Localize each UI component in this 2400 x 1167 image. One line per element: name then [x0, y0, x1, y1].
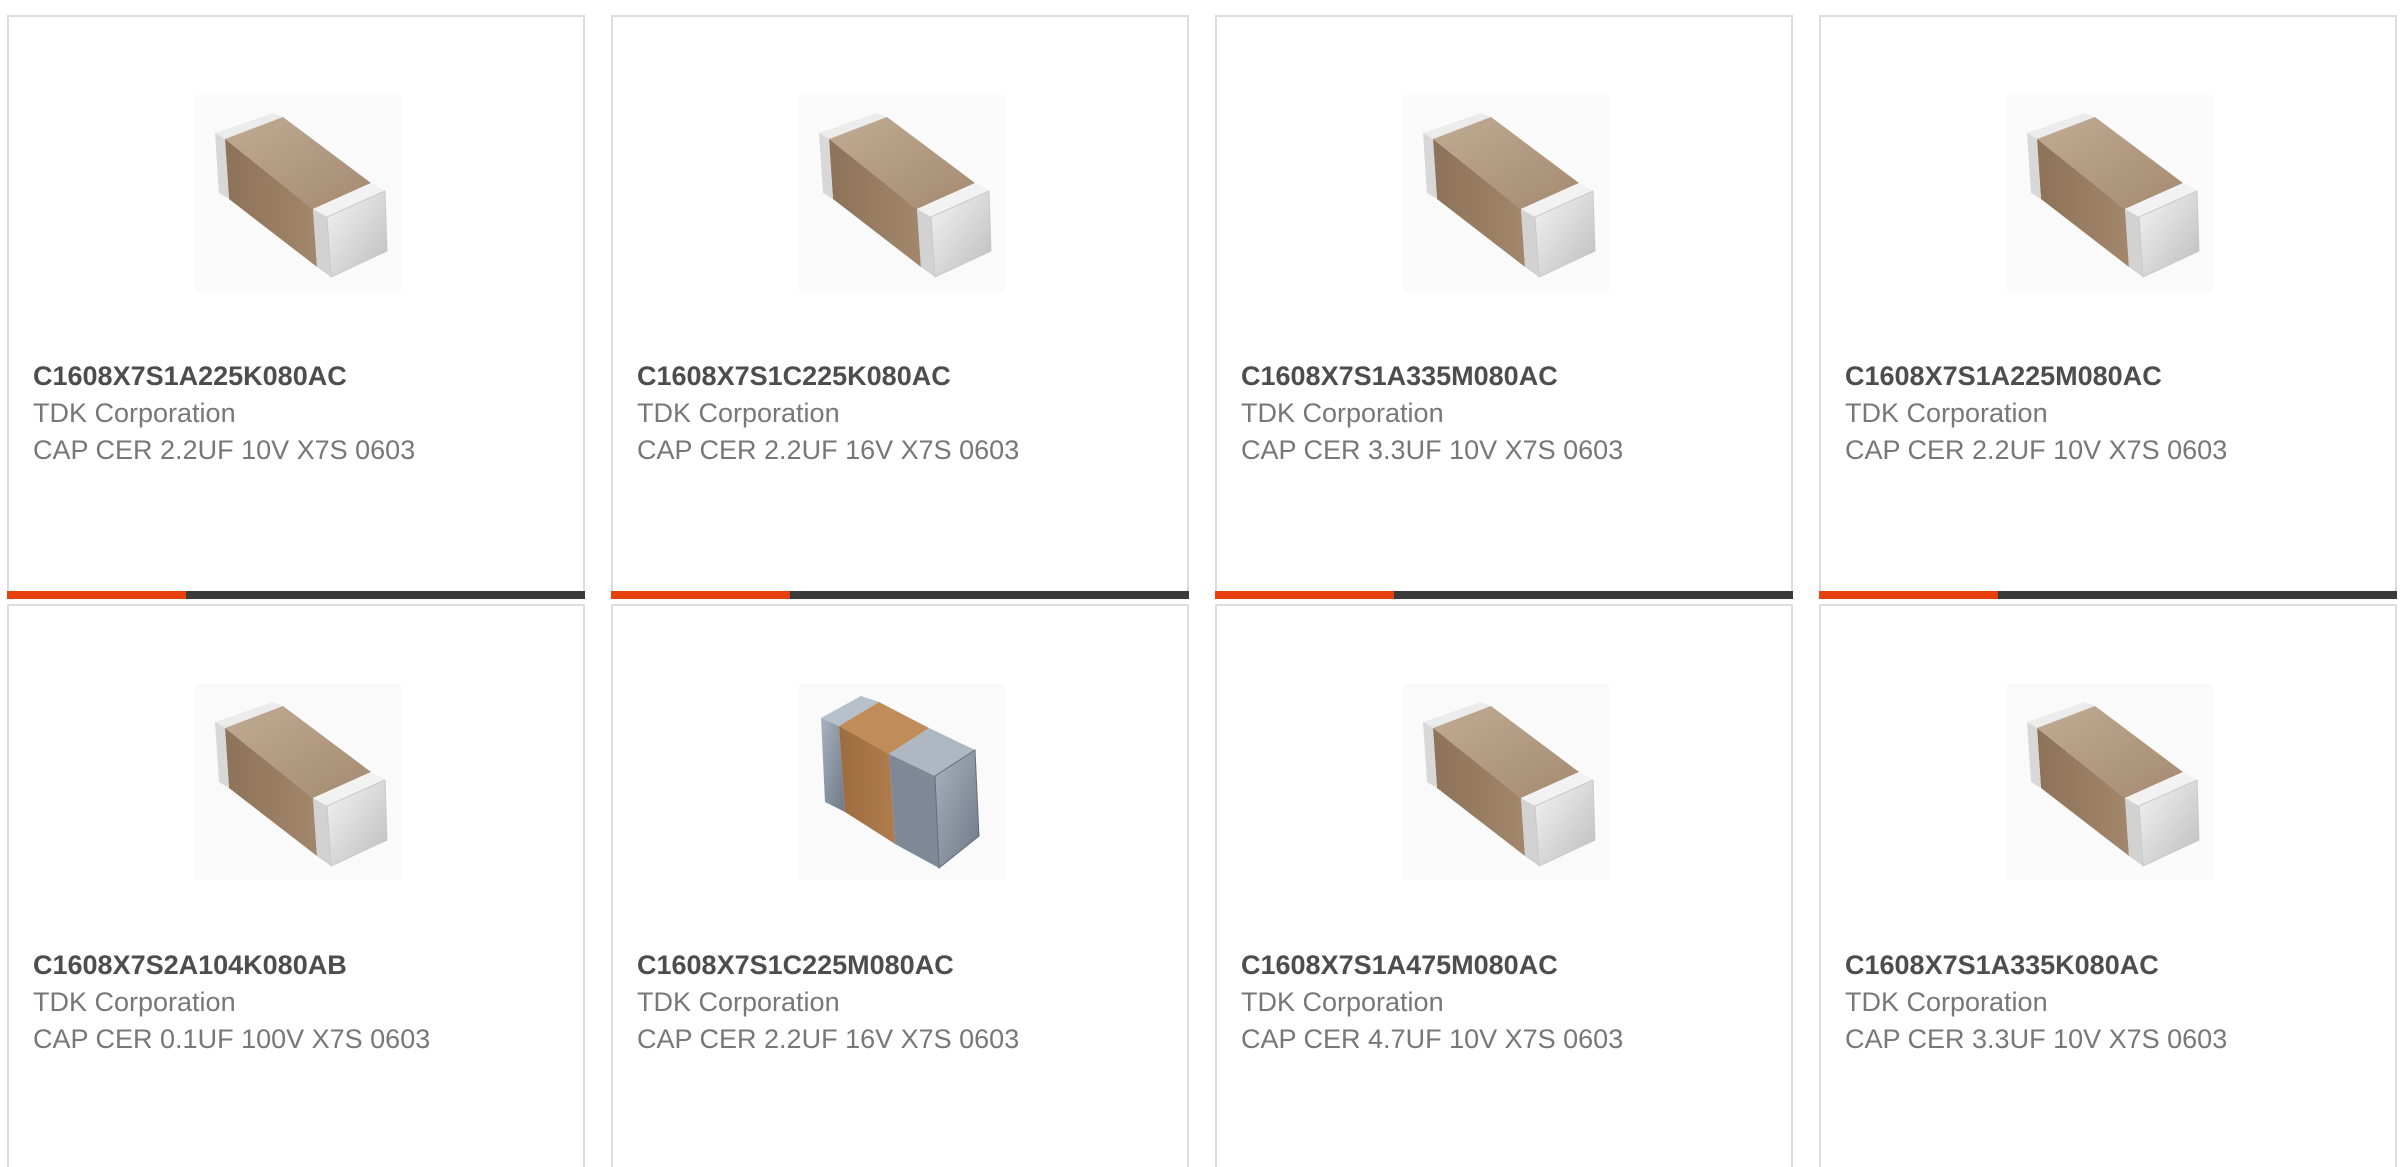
description: CAP CER 2.2UF 16V X7S 0603 [637, 1024, 1020, 1054]
description: CAP CER 4.7UF 10V X7S 0603 [1241, 1024, 1624, 1054]
part-number[interactable]: C1608X7S2A104K080AB [33, 946, 567, 984]
product-card[interactable]: C1608X7S1A225M080AC TDK Corporation CAP … [1819, 15, 2397, 599]
product-card[interactable]: C1608X7S1A335K080AC TDK Corporation CAP … [1819, 604, 2397, 1167]
ceramic-capacitor-icon [2007, 684, 2213, 880]
product-info: C1608X7S1C225K080AC TDK Corporation CAP … [637, 357, 1171, 469]
ceramic-capacitor-icon [1403, 684, 1609, 880]
description: CAP CER 2.2UF 16V X7S 0603 [637, 435, 1020, 465]
ceramic-capacitor-blue-icon [799, 684, 1005, 880]
part-number[interactable]: C1608X7S1A335K080AC [1845, 946, 2379, 984]
manufacturer: TDK Corporation [33, 987, 236, 1017]
ceramic-capacitor-icon [195, 684, 401, 880]
manufacturer: TDK Corporation [1241, 398, 1444, 428]
manufacturer: TDK Corporation [1241, 987, 1444, 1017]
product-card[interactable]: C1608X7S1C225K080AC TDK Corporation CAP … [611, 15, 1189, 599]
product-info: C1608X7S1A335K080AC TDK Corporation CAP … [1845, 946, 2379, 1058]
manufacturer: TDK Corporation [1845, 987, 2048, 1017]
progress-bar [611, 591, 1189, 599]
description: CAP CER 3.3UF 10V X7S 0603 [1241, 435, 1624, 465]
part-number[interactable]: C1608X7S1A225M080AC [1845, 357, 2379, 395]
ceramic-capacitor-icon [1403, 95, 1609, 291]
description: CAP CER 3.3UF 10V X7S 0603 [1845, 1024, 2228, 1054]
progress-bar-fill [1819, 591, 1999, 599]
part-number[interactable]: C1608X7S1C225M080AC [637, 946, 1171, 984]
product-info: C1608X7S1C225M080AC TDK Corporation CAP … [637, 946, 1171, 1058]
part-number[interactable]: C1608X7S1C225K080AC [637, 357, 1171, 395]
manufacturer: TDK Corporation [637, 987, 840, 1017]
ceramic-capacitor-icon [2007, 95, 2213, 291]
product-info: C1608X7S1A335M080AC TDK Corporation CAP … [1241, 357, 1775, 469]
product-info: C1608X7S1A225K080AC TDK Corporation CAP … [33, 357, 567, 469]
progress-bar-fill [7, 591, 187, 599]
product-grid: C1608X7S1A225K080AC TDK Corporation CAP … [0, 0, 2400, 1167]
part-number[interactable]: C1608X7S1A335M080AC [1241, 357, 1775, 395]
product-card[interactable]: C1608X7S1A475M080AC TDK Corporation CAP … [1215, 604, 1793, 1167]
product-info: C1608X7S1A225M080AC TDK Corporation CAP … [1845, 357, 2379, 469]
progress-bar-fill [611, 591, 791, 599]
product-info: C1608X7S1A475M080AC TDK Corporation CAP … [1241, 946, 1775, 1058]
progress-bar [1215, 591, 1793, 599]
part-number[interactable]: C1608X7S1A225K080AC [33, 357, 567, 395]
ceramic-capacitor-icon [195, 95, 401, 291]
product-info: C1608X7S2A104K080AB TDK Corporation CAP … [33, 946, 567, 1058]
product-card[interactable]: C1608X7S2A104K080AB TDK Corporation CAP … [7, 604, 585, 1167]
product-card[interactable]: C1608X7S1A335M080AC TDK Corporation CAP … [1215, 15, 1793, 599]
manufacturer: TDK Corporation [637, 398, 840, 428]
product-card[interactable]: C1608X7S1A225K080AC TDK Corporation CAP … [7, 15, 585, 599]
progress-bar [7, 591, 585, 599]
ceramic-capacitor-icon [799, 95, 1005, 291]
product-card[interactable]: C1608X7S1C225M080AC TDK Corporation CAP … [611, 604, 1189, 1167]
description: CAP CER 2.2UF 10V X7S 0603 [1845, 435, 2228, 465]
description: CAP CER 2.2UF 10V X7S 0603 [33, 435, 416, 465]
part-number[interactable]: C1608X7S1A475M080AC [1241, 946, 1775, 984]
manufacturer: TDK Corporation [33, 398, 236, 428]
progress-bar [1819, 591, 2397, 599]
description: CAP CER 0.1UF 100V X7S 0603 [33, 1024, 431, 1054]
manufacturer: TDK Corporation [1845, 398, 2048, 428]
progress-bar-fill [1215, 591, 1395, 599]
